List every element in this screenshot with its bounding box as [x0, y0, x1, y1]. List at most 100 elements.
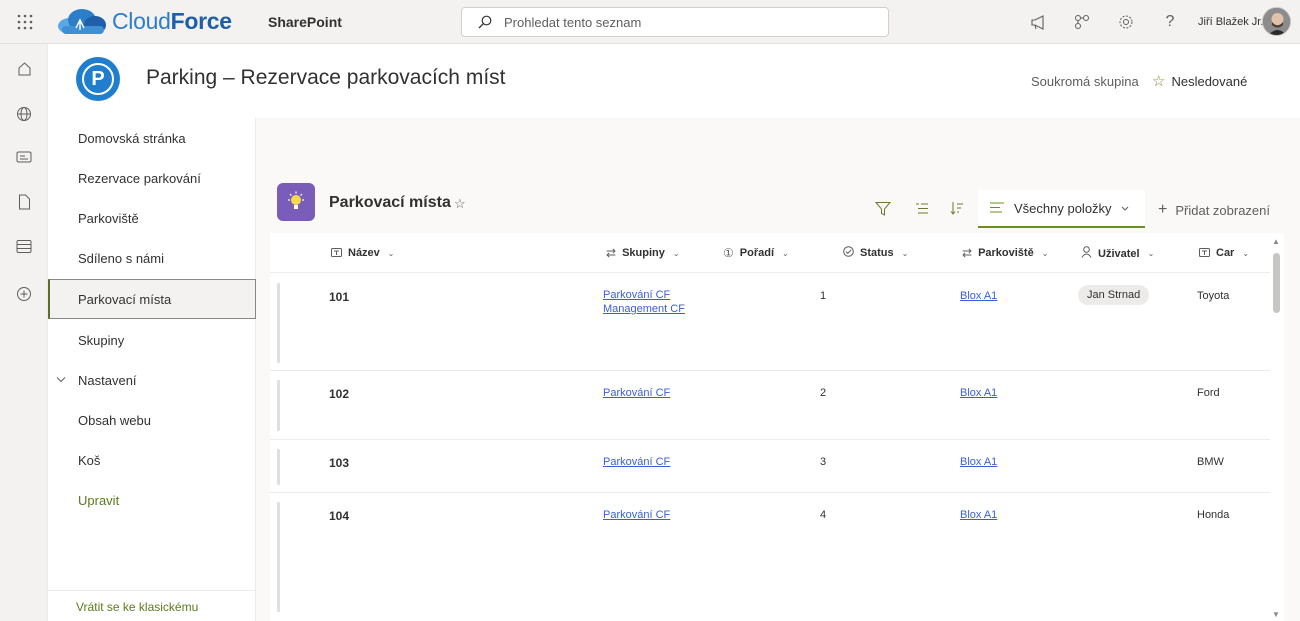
news-icon[interactable]	[14, 147, 34, 167]
table-row[interactable]: 103 Parkování CF 3 Blox A1 BMW	[270, 440, 1270, 493]
scrollbar-thumb[interactable]	[1273, 253, 1280, 313]
chevron-down-icon: ⌄	[782, 248, 789, 258]
nav-item-label: Parkoviště	[78, 210, 139, 226]
group-link[interactable]: Parkování CF	[603, 288, 685, 302]
cloudforce-logo[interactable]: CloudForce	[56, 6, 232, 36]
person-icon	[1081, 246, 1092, 261]
file-icon[interactable]	[14, 192, 34, 212]
view-switcher[interactable]: Všechny položky	[978, 190, 1145, 228]
cell-name[interactable]: 101	[329, 290, 349, 304]
favorite-star-icon[interactable]: ☆	[454, 196, 466, 212]
column-header-car[interactable]: Car ⌄	[1199, 246, 1249, 260]
cell-parking: Blox A1	[960, 508, 997, 522]
nav-item-site-contents[interactable]: Obsah webu	[48, 400, 256, 440]
list-grid: Název ⌄ ⇄ Skupiny ⌄ ① Pořadí ⌄ Status ⌄ ⇄ Pa…	[270, 233, 1270, 621]
list-view-icon	[990, 201, 1004, 216]
table-row[interactable]: 102 Parkování CF 2 Blox A1 Ford	[270, 371, 1270, 440]
privacy-label: Soukromá skupina	[1031, 74, 1139, 89]
nav-edit-link[interactable]: Upravit	[48, 480, 256, 520]
parking-link[interactable]: Blox A1	[960, 289, 997, 303]
chevron-down-icon: ⌄	[672, 248, 680, 258]
nav-item-home[interactable]: Domovská stránka	[48, 118, 256, 158]
group-link[interactable]: Parkování CF	[603, 455, 670, 469]
parking-link[interactable]: Blox A1	[960, 386, 997, 400]
view-name: Všechny položky	[1014, 200, 1112, 216]
help-icon[interactable]: ?	[1160, 12, 1180, 32]
group-link[interactable]: Management CF	[603, 302, 685, 316]
cell-groups: Parkování CF	[603, 508, 670, 522]
avatar[interactable]	[1262, 7, 1291, 36]
choice-icon	[843, 246, 854, 260]
column-header-user[interactable]: Uživatel ⌄	[1081, 246, 1154, 261]
share-icon[interactable]	[1072, 12, 1092, 32]
scroll-down-icon[interactable]: ▼	[1272, 610, 1280, 619]
brand-name-bold: Force	[170, 7, 232, 34]
site-header: P Parking – Rezervace parkovacích míst S…	[48, 44, 1300, 118]
app-launcher-icon[interactable]	[14, 11, 36, 33]
column-label: Pořadí	[739, 247, 774, 259]
list-title[interactable]: Parkovací místa	[329, 194, 451, 212]
row-selector[interactable]	[277, 449, 280, 485]
brand-name: CloudForce	[112, 8, 232, 35]
nav-item-groups[interactable]: Skupiny	[48, 320, 256, 360]
globe-icon[interactable]	[14, 104, 34, 124]
cell-car: Honda	[1197, 509, 1230, 521]
nav-item-parking-reservations[interactable]: Rezervace parkování	[48, 158, 256, 198]
row-selector[interactable]	[277, 380, 280, 431]
home-icon[interactable]	[14, 58, 34, 78]
text-field-icon	[331, 246, 342, 260]
cell-order: 2	[820, 387, 827, 399]
group-link[interactable]: Parkování CF	[603, 508, 670, 522]
nav-item-shared-with-us[interactable]: Sdíleno s námi	[48, 238, 256, 278]
add-view-button[interactable]: + Přidat zobrazení	[1158, 201, 1270, 219]
column-header-parking[interactable]: ⇄ Parkoviště ⌄	[962, 246, 1048, 260]
table-row[interactable]: 104 Parkování CF 4 Blox A1 Honda	[270, 493, 1270, 621]
cell-name[interactable]: 103	[329, 456, 349, 470]
nav-item-recycle-bin[interactable]: Koš	[48, 440, 256, 480]
sort-icon[interactable]	[948, 199, 966, 217]
search-box[interactable]	[461, 7, 889, 37]
column-header-status[interactable]: Status ⌄	[843, 246, 908, 260]
cell-parking: Blox A1	[960, 455, 997, 469]
column-header-groups[interactable]: ⇄ Skupiny ⌄	[606, 246, 680, 260]
user-persona[interactable]: Jan Strnad	[1078, 285, 1150, 305]
scroll-up-icon[interactable]: ▲	[1272, 237, 1280, 246]
create-icon[interactable]	[14, 284, 34, 304]
nav-item-parking-spaces[interactable]: Parkovací místa	[48, 279, 256, 319]
search-input[interactable]	[504, 14, 864, 30]
return-to-classic-link[interactable]: Vrátit se ke klasickému	[76, 600, 198, 615]
parking-link[interactable]: Blox A1	[960, 455, 997, 469]
lists-icon[interactable]	[14, 236, 34, 256]
filter-icon[interactable]	[874, 199, 892, 217]
chevron-down-icon: ⌄	[901, 248, 909, 258]
app-name[interactable]: SharePoint	[268, 14, 342, 30]
cell-groups: Parkování CF	[603, 386, 670, 400]
nav-item-label: Domovská stránka	[78, 130, 186, 146]
site-logo[interactable]: P	[76, 57, 120, 101]
nav-item-settings[interactable]: Nastavení	[48, 360, 256, 400]
column-header-order[interactable]: ① Pořadí ⌄	[723, 246, 789, 260]
row-selector[interactable]	[277, 502, 280, 612]
number-icon: ①	[723, 246, 734, 260]
cell-name[interactable]: 104	[329, 509, 349, 523]
column-label: Uživatel	[1098, 247, 1140, 260]
user-name[interactable]: Jiří Blažek Jr.	[1198, 16, 1263, 28]
megaphone-icon[interactable]	[1028, 12, 1048, 32]
cell-name[interactable]: 102	[329, 387, 349, 401]
site-title[interactable]: Parking – Rezervace parkovacích míst	[146, 66, 505, 90]
cell-car: Ford	[1197, 387, 1220, 399]
group-link[interactable]: Parkování CF	[603, 386, 670, 400]
row-selector[interactable]	[277, 283, 280, 363]
grid-header: Název ⌄ ⇄ Skupiny ⌄ ① Pořadí ⌄ Status ⌄ ⇄ Pa…	[270, 233, 1270, 273]
column-header-name[interactable]: Název ⌄	[331, 246, 395, 260]
nav-item-parking-lots[interactable]: Parkoviště	[48, 198, 256, 238]
group-by-icon[interactable]	[913, 199, 931, 217]
column-label: Parkoviště	[978, 247, 1034, 259]
cell-groups: Parkování CF	[603, 455, 670, 469]
table-row[interactable]: 101 Parkování CF Management CF 1 Blox A1…	[270, 274, 1270, 371]
settings-icon[interactable]	[1116, 12, 1136, 32]
nav-item-label: Obsah webu	[78, 412, 151, 428]
parking-link[interactable]: Blox A1	[960, 508, 997, 522]
follow-button[interactable]: ☆ Nesledované	[1152, 72, 1247, 90]
chevron-down-icon[interactable]	[56, 374, 66, 386]
